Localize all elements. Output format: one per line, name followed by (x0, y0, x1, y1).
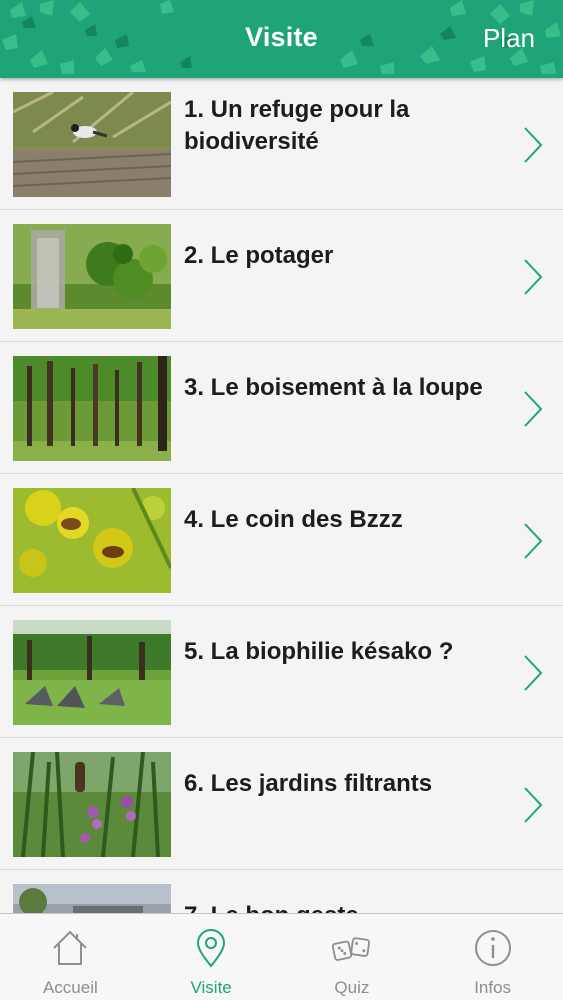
chevron-right-icon (524, 523, 543, 559)
info-icon (474, 930, 511, 966)
tab-bar: Accueil Visite Quiz Infos (0, 913, 563, 1000)
tab-label: Accueil (42, 978, 98, 997)
page-title: Visite (245, 22, 318, 52)
list-item[interactable]: 5. La biophilie késako ? (0, 606, 563, 738)
item-title: 5. La biophilie késako ? (184, 638, 454, 665)
item-title: 1. Un refuge pour la biodiversité (184, 96, 410, 155)
map-pin-icon (197, 929, 226, 968)
chevron-right-icon (524, 127, 543, 163)
list-item[interactable]: 4. Le coin des Bzzz (0, 474, 563, 606)
tab-visite[interactable]: Visite (141, 914, 282, 1000)
item-title: 4. Le coin des Bzzz (184, 506, 403, 533)
forest-trees-image (13, 356, 171, 461)
item-title: 2. Le potager (184, 242, 334, 269)
forest-trees-thumbnail (13, 356, 171, 461)
plan-button[interactable]: Plan (483, 23, 535, 54)
list-item[interactable]: 3. Le boisement à la loupe (0, 342, 563, 474)
list-item[interactable]: 1. Un refuge pour la biodiversité (0, 78, 563, 210)
reeds-purple-flowers-thumbnail (13, 752, 171, 857)
lawn-deckchairs-image (13, 620, 171, 725)
chevron-right-icon (524, 391, 543, 427)
bird-on-wood-thumbnail (13, 92, 171, 197)
list-item[interactable]: 2. Le potager (0, 210, 563, 342)
tab-label: Quiz (334, 978, 370, 997)
dice-icon (331, 937, 370, 961)
tab-label: Visite (190, 978, 232, 997)
tab-accueil[interactable]: Accueil (0, 914, 141, 1000)
list-item[interactable]: 6. Les jardins filtrants (0, 738, 563, 870)
chevron-right-icon (524, 787, 543, 823)
tab-infos[interactable]: Infos (422, 914, 563, 1000)
partial-item-thumbnail (13, 884, 171, 913)
item-title: 6. Les jardins filtrants (184, 770, 433, 797)
lawn-deckchairs-thumbnail (13, 620, 171, 725)
visit-stop-list[interactable]: 1. Un refuge pour la biodiversité 2. Le … (0, 78, 563, 913)
bees-on-flowers-image (13, 488, 171, 593)
item-title: 7. Le bon geste (184, 900, 519, 913)
navigation-header: Visite Plan (0, 0, 563, 78)
reeds-purple-flowers-image (13, 752, 171, 857)
garden-plants-thumbnail (13, 224, 171, 329)
home-icon (53, 930, 88, 965)
tab-label: Infos (474, 978, 512, 997)
garden-plants-image (13, 224, 171, 329)
bees-on-flowers-thumbnail (13, 488, 171, 593)
partial-item-image (13, 884, 171, 913)
item-title: 3. Le boisement à la loupe (184, 374, 483, 401)
chevron-right-icon (524, 259, 543, 295)
bird-on-wood-image (13, 92, 171, 197)
tab-quiz[interactable]: Quiz (282, 914, 423, 1000)
list-item[interactable]: 7. Le bon geste (0, 870, 563, 913)
chevron-right-icon (524, 655, 543, 691)
